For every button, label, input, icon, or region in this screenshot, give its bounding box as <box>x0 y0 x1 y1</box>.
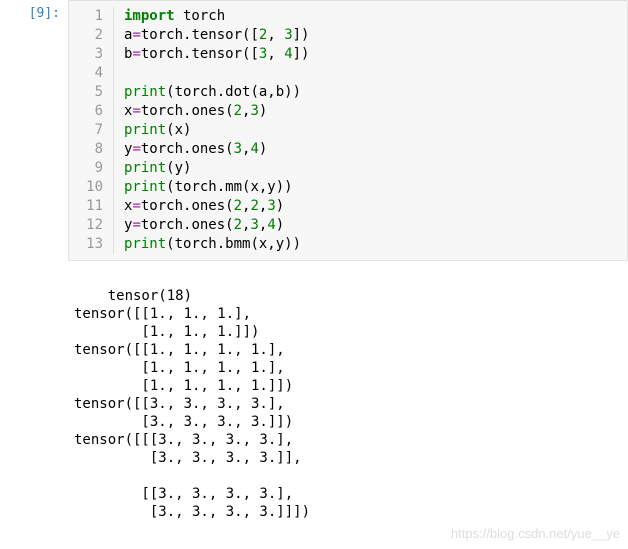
code-editor[interactable]: 12345678910111213 import torcha=torch.te… <box>68 0 628 261</box>
code-line[interactable]: y=torch.ones(2,3,4) <box>124 216 627 235</box>
line-number: 9 <box>69 159 103 178</box>
line-number-gutter: 12345678910111213 <box>69 7 114 254</box>
line-number: 13 <box>69 235 103 254</box>
output-text: tensor(18) tensor([[1., 1., 1.], [1., 1.… <box>68 261 628 547</box>
output-line: [1., 1., 1., 1.]]) <box>74 378 293 394</box>
code-line[interactable]: b=torch.tensor([3, 4]) <box>124 45 627 64</box>
output-line: [3., 3., 3., 3.]]]) <box>74 504 310 520</box>
output-line: [1., 1., 1.]]) <box>74 324 259 340</box>
code-line[interactable]: print(y) <box>124 159 627 178</box>
code-line[interactable]: print(x) <box>124 121 627 140</box>
output-line: tensor(18) <box>108 288 192 304</box>
output-line: tensor([[3., 3., 3., 3.], <box>74 396 285 412</box>
code-line[interactable]: x=torch.ones(2,3) <box>124 102 627 121</box>
code-line[interactable]: import torch <box>124 7 627 26</box>
code-line[interactable]: print(torch.mm(x,y)) <box>124 178 627 197</box>
output-line: [[3., 3., 3., 3.], <box>74 486 293 502</box>
code-line[interactable]: print(torch.bmm(x,y)) <box>124 235 627 254</box>
line-number: 5 <box>69 83 103 102</box>
line-number: 3 <box>69 45 103 64</box>
line-number: 12 <box>69 216 103 235</box>
code-body[interactable]: import torcha=torch.tensor([2, 3])b=torc… <box>114 7 627 254</box>
line-number: 10 <box>69 178 103 197</box>
output-line: tensor([[1., 1., 1., 1.], <box>74 342 285 358</box>
output-line: [1., 1., 1., 1.], <box>74 360 285 376</box>
code-line[interactable]: y=torch.ones(3,4) <box>124 140 627 159</box>
line-number: 8 <box>69 140 103 159</box>
line-number: 6 <box>69 102 103 121</box>
line-number: 7 <box>69 121 103 140</box>
code-line[interactable]: a=torch.tensor([2, 3]) <box>124 26 627 45</box>
line-number: 4 <box>69 64 103 83</box>
line-number: 2 <box>69 26 103 45</box>
line-number: 11 <box>69 197 103 216</box>
output-line: [3., 3., 3., 3.]], <box>74 450 302 466</box>
output-cell: tensor(18) tensor([[1., 1., 1.], [1., 1.… <box>0 261 628 547</box>
output-line: [3., 3., 3., 3.]]) <box>74 414 293 430</box>
output-line: tensor([[[3., 3., 3., 3.], <box>74 432 293 448</box>
code-cell: [9]: 12345678910111213 import torcha=tor… <box>0 0 628 261</box>
code-line[interactable]: x=torch.ones(2,2,3) <box>124 197 627 216</box>
output-line: tensor([[1., 1., 1.], <box>74 306 251 322</box>
watermark: https://blog.csdn.net/yue__ye <box>451 525 620 543</box>
input-prompt: [9]: <box>0 0 68 21</box>
code-line[interactable] <box>124 64 627 83</box>
line-number: 1 <box>69 7 103 26</box>
code-line[interactable]: print(torch.dot(a,b)) <box>124 83 627 102</box>
